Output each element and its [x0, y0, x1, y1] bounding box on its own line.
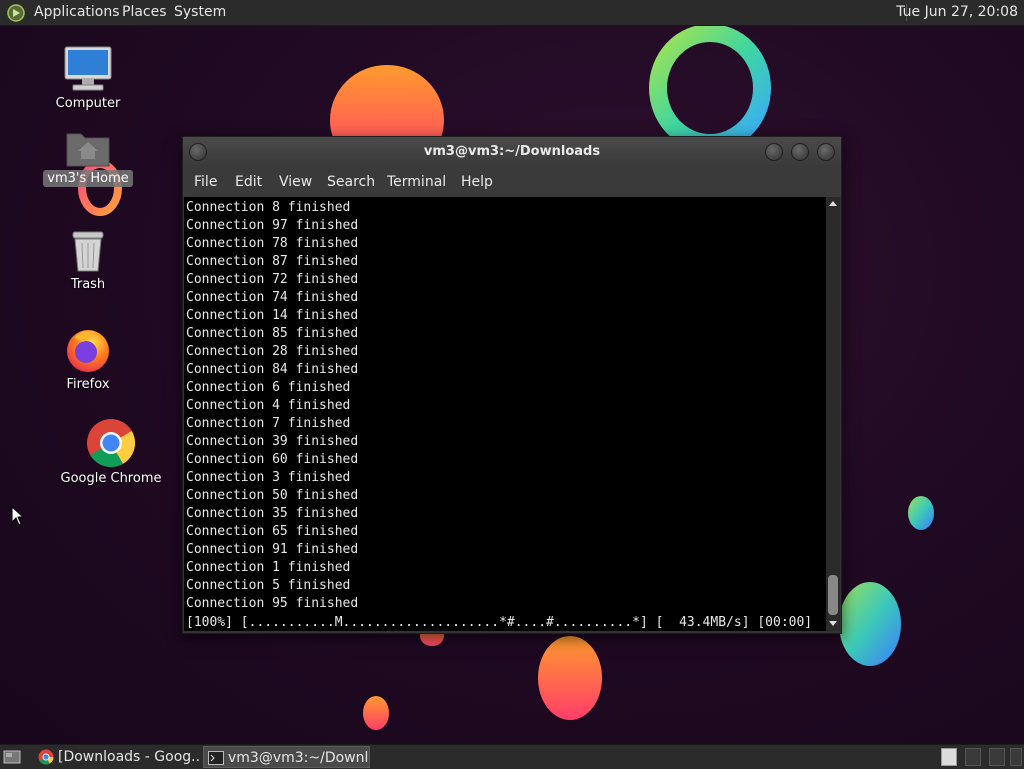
desktop-icon-computer[interactable]: Computer: [33, 45, 143, 112]
computer-icon: [64, 46, 112, 91]
terminal-line: Connection 85 finished: [186, 326, 359, 341]
terminal-line: Connection 78 finished: [186, 236, 359, 251]
scroll-up-icon[interactable]: [829, 201, 837, 206]
terminal-line: Connection 6 finished: [186, 380, 351, 395]
terminal-line: Connection 95 finished: [186, 596, 359, 611]
mouse-pointer-icon: [11, 506, 25, 526]
terminal-scrollbar[interactable]: [826, 197, 840, 631]
progress-line: [100%] [...........M....................…: [186, 615, 813, 630]
terminal-line: Connection 4 finished: [186, 398, 351, 413]
trash-icon: [72, 231, 104, 272]
taskbar-item-chrome[interactable]: [Downloads - Goog...: [34, 746, 200, 768]
terminal-line: Connection 39 finished: [186, 434, 359, 449]
menu-applications[interactable]: Applications: [34, 4, 120, 21]
terminal-line: Connection 7 finished: [186, 416, 351, 431]
terminal-line: Connection 84 finished: [186, 362, 359, 377]
menu-search[interactable]: Search: [327, 174, 375, 190]
terminal-line: Connection 65 finished: [186, 524, 359, 539]
terminal-line: Connection 5 finished: [186, 578, 351, 593]
terminal-line: Connection 97 finished: [186, 218, 359, 233]
menu-file[interactable]: File: [194, 174, 217, 190]
home-folder-icon: [66, 133, 110, 167]
desktop-icon-label: vm3's Home: [43, 170, 133, 187]
menu-view[interactable]: View: [279, 174, 312, 190]
scrollbar-thumb[interactable]: [828, 575, 838, 615]
window-titlebar[interactable]: vm3@vm3:~/Downloads: [183, 137, 841, 167]
clock[interactable]: Tue Jun 27, 20:08: [896, 4, 1018, 21]
terminal-window[interactable]: vm3@vm3:~/Downloads File Edit View Searc…: [182, 136, 842, 634]
taskbar-item-label: [Downloads - Goog...: [58, 749, 200, 765]
terminal-line: Connection 35 finished: [186, 506, 359, 521]
chrome-icon: [38, 749, 54, 765]
menu-terminal[interactable]: Terminal: [387, 174, 446, 190]
close-button[interactable]: [817, 143, 835, 161]
workspace-4[interactable]: [1010, 748, 1022, 766]
menu-help[interactable]: Help: [461, 174, 493, 190]
window-title: vm3@vm3:~/Downloads: [423, 144, 601, 159]
menu-edit[interactable]: Edit: [235, 174, 262, 190]
terminal-line: Connection 1 finished: [186, 560, 351, 575]
minimize-button[interactable]: [765, 143, 783, 161]
desktop-icon-home[interactable]: vm3's Home: [33, 128, 143, 187]
desktop-icon-label: Firefox: [66, 377, 110, 392]
terminal-line: Connection 3 finished: [186, 470, 351, 485]
terminal-line: Connection 91 finished: [186, 542, 359, 557]
terminal-line: Connection 8 finished: [186, 200, 351, 215]
terminal-line: Connection 74 finished: [186, 290, 359, 305]
show-desktop-icon[interactable]: [3, 749, 21, 765]
firefox-icon: [67, 330, 109, 372]
menu-system[interactable]: System: [174, 4, 226, 21]
terminal-line: Connection 72 finished: [186, 272, 359, 287]
terminal-icon: [208, 751, 224, 765]
bottom-panel: [Downloads - Goog... vm3@vm3:~/Downl...: [0, 744, 1024, 769]
desktop-icon-label: Trash: [70, 277, 106, 292]
workspace-2[interactable]: [965, 748, 981, 766]
chrome-icon: [87, 419, 136, 468]
taskbar-item-label: vm3@vm3:~/Downl...: [228, 750, 370, 766]
terminal-menubar: File Edit View Search Terminal Help: [183, 167, 841, 197]
terminal-line: Connection 60 finished: [186, 452, 359, 467]
maximize-button[interactable]: [791, 143, 809, 161]
workspace-1[interactable]: [941, 748, 957, 766]
desktop-icon-label: Computer: [55, 96, 121, 111]
workspace-3[interactable]: [989, 748, 1005, 766]
scroll-down-icon[interactable]: [829, 621, 837, 626]
menu-places[interactable]: Places: [122, 4, 167, 21]
terminal-line: Connection 14 finished: [186, 308, 359, 323]
desktop-icon-trash[interactable]: Trash: [33, 228, 143, 293]
top-panel: Applications Places System Tue Jun 27, 2…: [0, 0, 1024, 26]
taskbar-item-terminal[interactable]: vm3@vm3:~/Downl...: [203, 746, 370, 768]
terminal-line: Connection 28 finished: [186, 344, 359, 359]
desktop-icon-label: Google Chrome: [60, 471, 162, 486]
terminal-output[interactable]: Connection 8 finished Connection 97 fini…: [184, 197, 826, 631]
desktop-icon-firefox[interactable]: Firefox: [33, 326, 143, 393]
terminal-line: Connection 50 finished: [186, 488, 359, 503]
terminal-line: Connection 87 finished: [186, 254, 359, 269]
desktop-icon-chrome[interactable]: Google Chrome: [56, 418, 166, 487]
distro-logo-icon[interactable]: [7, 4, 25, 22]
